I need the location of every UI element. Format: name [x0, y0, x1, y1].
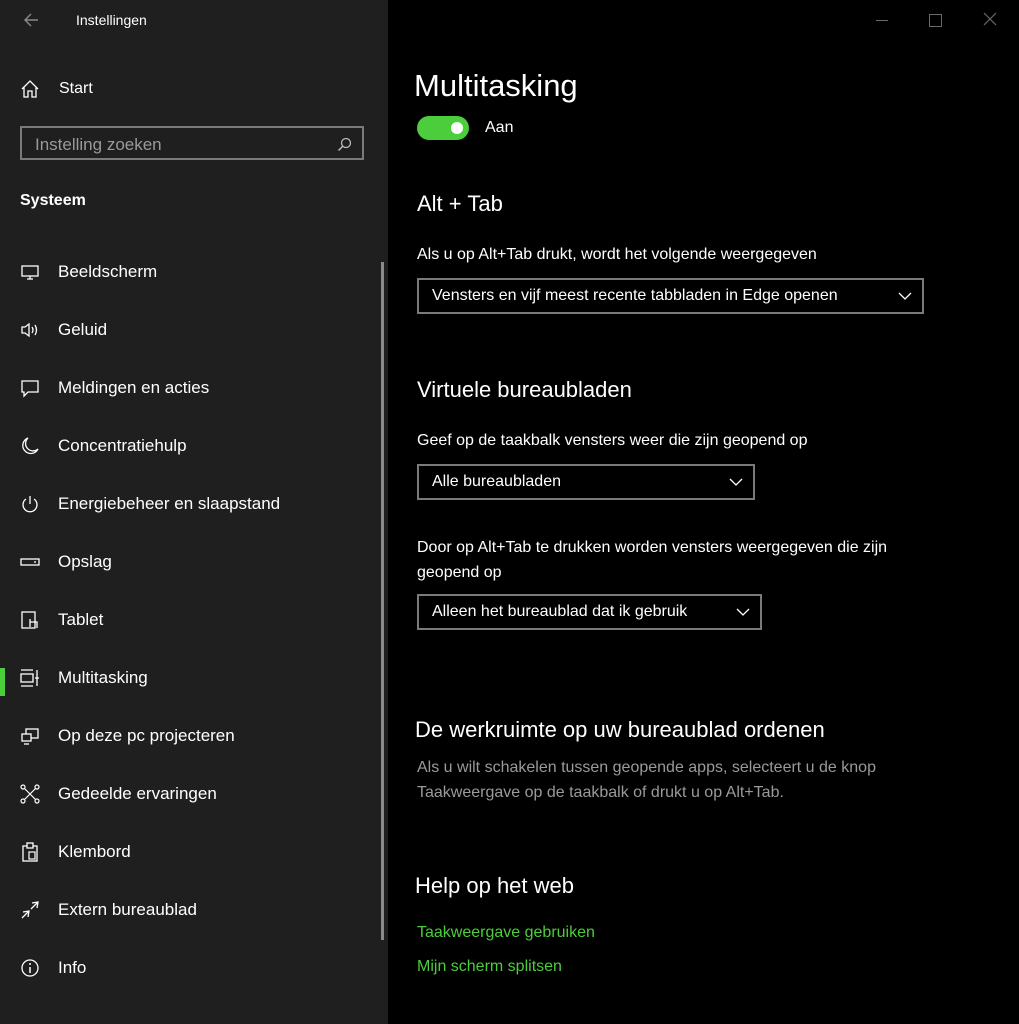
active-indicator — [0, 668, 5, 696]
alt-tab-select[interactable]: Vensters en vijf meest recente tabbladen… — [417, 278, 924, 314]
sidebar-item-info[interactable]: Info — [0, 939, 388, 997]
sidebar: Instellingen Start Instelling zoeken Sys… — [0, 0, 388, 1024]
organize-text-line1: Als u wilt schakelen tussen geopende app… — [417, 759, 876, 776]
sidebar-item-opslag[interactable]: Opslag — [0, 533, 388, 591]
project-icon — [21, 728, 39, 745]
remote-desktop-icon — [21, 901, 39, 919]
sidebar-item-tablet[interactable]: Tablet — [0, 591, 388, 649]
sidebar-item-klembord[interactable]: Klembord — [0, 823, 388, 881]
section-label: Systeem — [20, 192, 86, 209]
nav-list: Beeldscherm Geluid Meldingen en acties C… — [0, 243, 388, 997]
alt-tab-heading: Alt + Tab — [417, 191, 503, 216]
chevron-down-icon — [736, 608, 750, 616]
sidebar-scrollbar[interactable] — [381, 262, 384, 940]
organize-heading: De werkruimte op uw bureaublad ordenen — [415, 717, 825, 742]
sidebar-item-label: Gedeelde ervaringen — [58, 784, 217, 803]
search-input[interactable]: Instelling zoeken — [20, 126, 364, 160]
clipboard-icon — [22, 842, 38, 862]
app-title: Instellingen — [76, 12, 147, 28]
search-placeholder: Instelling zoeken — [35, 135, 162, 154]
main-content — [388, 0, 1019, 1024]
monitor-icon — [21, 265, 39, 280]
tablet-icon — [21, 611, 38, 629]
sidebar-item-label: Beeldscherm — [58, 262, 158, 281]
taskbar-description: Geef op de taakbalk vensters weer die zi… — [417, 432, 808, 449]
multitasking-icon — [20, 669, 39, 687]
info-icon — [21, 959, 39, 977]
moon-icon — [22, 437, 39, 455]
sidebar-item-label: Energiebeheer en slaapstand — [58, 494, 281, 513]
speaker-icon — [21, 322, 38, 338]
organize-text-line2: Taakweergave op de taakbalk of drukt u o… — [417, 784, 784, 801]
power-icon — [22, 496, 38, 513]
sidebar-item-label: Meldingen en acties — [58, 378, 210, 397]
sidebar-item-gedeelde-ervaringen[interactable]: Gedeelde ervaringen — [0, 765, 388, 823]
sidebar-item-meldingen[interactable]: Meldingen en acties — [0, 359, 388, 417]
sidebar-item-beeldscherm[interactable]: Beeldscherm — [0, 243, 388, 301]
nav-start[interactable]: Start — [20, 77, 93, 101]
toggle-label: Aan — [485, 119, 514, 136]
sidebar-item-label: Extern bureaublad — [58, 900, 197, 919]
back-arrow-icon[interactable] — [22, 11, 40, 29]
sidebar-item-label: Geluid — [58, 320, 108, 339]
sidebar-item-extern-bureaublad[interactable]: Extern bureaublad — [0, 881, 388, 939]
taskbar-windows-select[interactable]: Alle bureaubladen — [417, 464, 755, 500]
sidebar-item-label: Multitasking — [58, 668, 148, 687]
alttab-desktops-description-line2: geopend op — [417, 564, 502, 581]
nav-start-label: Start — [59, 80, 93, 97]
sidebar-item-label: Opslag — [58, 552, 112, 571]
sidebar-item-label: Tablet — [58, 610, 104, 629]
notification-icon — [21, 380, 39, 398]
minimize-icon[interactable] — [876, 20, 888, 21]
sidebar-item-projecteren[interactable]: Op deze pc projecteren — [0, 707, 388, 765]
help-link-taakweergave[interactable]: Taakweergave gebruiken — [417, 924, 595, 942]
sidebar-item-label: Klembord — [58, 842, 131, 861]
page-title: Multitasking — [414, 68, 578, 103]
taskbar-select-value: Alle bureaubladen — [432, 473, 561, 490]
alt-tab-description: Als u op Alt+Tab drukt, wordt het volgen… — [417, 246, 817, 263]
shared-icon — [20, 784, 40, 804]
toggle-knob — [451, 122, 463, 134]
maximize-icon[interactable] — [929, 14, 942, 27]
sidebar-item-geluid[interactable]: Geluid — [0, 301, 388, 359]
close-icon[interactable] — [983, 12, 997, 26]
alttab-desktops-description-line1: Door op Alt+Tab te drukken worden venste… — [417, 539, 888, 556]
alttab-desktops-select-value: Alleen het bureaublad dat ik gebruik — [432, 603, 688, 620]
chevron-down-icon — [729, 478, 743, 486]
storage-icon — [20, 558, 40, 566]
sidebar-item-label: Op deze pc projecteren — [58, 726, 235, 745]
help-heading: Help op het web — [415, 873, 574, 898]
home-icon — [21, 80, 39, 98]
sidebar-item-label: Info — [58, 958, 87, 977]
virtual-desktops-heading: Virtuele bureaubladen — [417, 377, 632, 402]
alt-tab-select-value: Vensters en vijf meest recente tabbladen… — [432, 287, 838, 304]
alttab-desktops-select[interactable]: Alleen het bureaublad dat ik gebruik — [417, 594, 762, 630]
chevron-down-icon — [898, 292, 912, 300]
sidebar-item-label: Concentratiehulp — [58, 436, 187, 455]
sidebar-item-concentratiehulp[interactable]: Concentratiehulp — [0, 417, 388, 475]
multitasking-toggle[interactable] — [417, 116, 469, 140]
sidebar-item-energiebeheer[interactable]: Energiebeheer en slaapstand — [0, 475, 388, 533]
help-link-scherm-splitsen[interactable]: Mijn scherm splitsen — [417, 958, 562, 976]
sidebar-item-multitasking[interactable]: Multitasking — [0, 649, 388, 707]
search-icon[interactable] — [337, 137, 352, 152]
